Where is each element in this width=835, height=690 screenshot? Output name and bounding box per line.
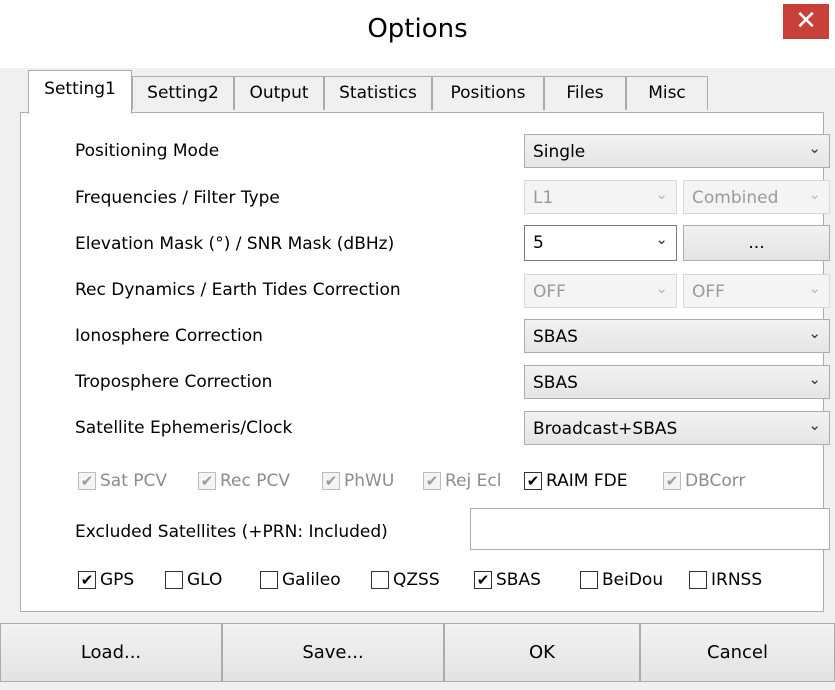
checkbox-empty-icon: [260, 571, 278, 589]
title-bar: Options ✕: [0, 0, 835, 68]
chevron-down-icon: ⌄: [655, 230, 668, 248]
galileo-label: Galileo: [282, 570, 341, 590]
cancel-button[interactable]: Cancel: [640, 623, 835, 682]
rec-dynamics-value: OFF: [533, 282, 566, 302]
filter-type-value: Combined: [692, 188, 779, 208]
tab-setting1[interactable]: Setting1: [28, 70, 132, 114]
glo-checkbox[interactable]: GLO: [165, 570, 222, 590]
sbas-label: SBAS: [496, 570, 541, 590]
qzss-checkbox[interactable]: QZSS: [371, 570, 440, 590]
troposphere-label: Troposphere Correction: [75, 372, 273, 392]
chevron-down-icon: ⌄: [808, 416, 821, 434]
earth-tides-select[interactable]: OFF ⌄: [683, 274, 830, 308]
excluded-satellites-label: Excluded Satellites (+PRN: Included): [75, 522, 388, 542]
tab-positions[interactable]: Positions: [432, 76, 544, 110]
chevron-down-icon: ⌄: [808, 370, 821, 388]
tab-setting2[interactable]: Setting2: [132, 76, 234, 110]
tab-files[interactable]: Files: [544, 76, 626, 110]
ephemeris-value: Broadcast+SBAS: [533, 419, 678, 439]
close-button[interactable]: ✕: [783, 4, 829, 39]
rec-pcv-label: Rec PCV: [220, 471, 291, 491]
elevation-mask-label: Elevation Mask (°) / SNR Mask (dBHz): [75, 234, 395, 254]
ionosphere-select[interactable]: SBAS ⌄: [524, 319, 830, 353]
positioning-mode-value: Single: [533, 142, 586, 162]
beidou-checkbox[interactable]: BeiDou: [580, 570, 663, 590]
chevron-down-icon: ⌄: [808, 324, 821, 342]
close-icon: ✕: [795, 6, 817, 36]
checkmark-icon: ✔: [198, 472, 216, 490]
tab-output[interactable]: Output: [234, 76, 324, 110]
chevron-down-icon: ⌄: [808, 139, 821, 157]
checkmark-icon: ✔: [322, 472, 340, 490]
checkmark-icon: ✔: [78, 571, 96, 589]
checkbox-empty-icon: [165, 571, 183, 589]
troposphere-value: SBAS: [533, 373, 578, 393]
frequencies-value: L1: [533, 188, 554, 208]
rec-dynamics-label: Rec Dynamics / Earth Tides Correction: [75, 280, 401, 300]
rec-dynamics-select[interactable]: OFF ⌄: [524, 274, 677, 308]
positioning-mode-label: Positioning Mode: [75, 141, 220, 161]
checkbox-empty-icon: [689, 571, 707, 589]
raim-fde-checkbox[interactable]: ✔ RAIM FDE: [524, 471, 627, 491]
galileo-checkbox[interactable]: Galileo: [260, 570, 341, 590]
checkbox-empty-icon: [580, 571, 598, 589]
irnss-checkbox[interactable]: IRNSS: [689, 570, 762, 590]
rec-pcv-checkbox[interactable]: ✔ Rec PCV: [198, 471, 290, 491]
qzss-label: QZSS: [393, 570, 440, 590]
tab-misc[interactable]: Misc: [626, 76, 708, 110]
earth-tides-value: OFF: [692, 282, 725, 302]
ephemeris-select[interactable]: Broadcast+SBAS ⌄: [524, 411, 830, 445]
checkbox-empty-icon: [371, 571, 389, 589]
beidou-label: BeiDou: [602, 570, 664, 590]
dbcorr-checkbox[interactable]: ✔ DBCorr: [663, 471, 745, 491]
ionosphere-label: Ionosphere Correction: [75, 326, 263, 346]
ok-button[interactable]: OK: [444, 623, 640, 682]
window-title: Options: [367, 14, 468, 44]
troposphere-select[interactable]: SBAS ⌄: [524, 365, 830, 399]
rej-ecl-label: Rej Ecl: [445, 471, 502, 491]
ionosphere-value: SBAS: [533, 327, 578, 347]
phwu-label: PhWU: [344, 471, 395, 491]
sbas-checkbox[interactable]: ✔ SBAS: [474, 570, 541, 590]
checkmark-icon: ✔: [474, 571, 492, 589]
frequencies-select[interactable]: L1 ⌄: [524, 180, 677, 214]
checkmark-icon: ✔: [524, 472, 542, 490]
positioning-mode-select[interactable]: Single ⌄: [524, 134, 830, 168]
ephemeris-label: Satellite Ephemeris/Clock: [75, 418, 293, 438]
filter-type-select[interactable]: Combined ⌄: [683, 180, 830, 214]
tab-statistics[interactable]: Statistics: [324, 76, 432, 110]
excluded-satellites-input[interactable]: [470, 508, 830, 550]
checkmark-icon: ✔: [78, 472, 96, 490]
chevron-down-icon: ⌄: [808, 185, 821, 203]
checkmark-icon: ✔: [423, 472, 441, 490]
gps-label: GPS: [100, 570, 135, 590]
irnss-label: IRNSS: [711, 570, 763, 590]
rej-ecl-checkbox[interactable]: ✔ Rej Ecl: [423, 471, 501, 491]
frequencies-label: Frequencies / Filter Type: [75, 188, 280, 208]
chevron-down-icon: ⌄: [808, 279, 821, 297]
gps-checkbox[interactable]: ✔ GPS: [78, 570, 134, 590]
save-button[interactable]: Save...: [222, 623, 444, 682]
dbcorr-label: DBCorr: [685, 471, 746, 491]
sat-pcv-label: Sat PCV: [100, 471, 168, 491]
glo-label: GLO: [187, 570, 223, 590]
checkmark-icon: ✔: [663, 472, 681, 490]
snr-mask-button[interactable]: ...: [683, 225, 830, 261]
load-button[interactable]: Load...: [0, 623, 222, 682]
elevation-mask-value: 5: [533, 233, 544, 253]
sat-pcv-checkbox[interactable]: ✔ Sat PCV: [78, 471, 167, 491]
elevation-mask-select[interactable]: 5 ⌄: [524, 225, 677, 261]
chevron-down-icon: ⌄: [655, 185, 668, 203]
raim-fde-label: RAIM FDE: [546, 471, 628, 491]
chevron-down-icon: ⌄: [655, 279, 668, 297]
phwu-checkbox[interactable]: ✔ PhWU: [322, 471, 394, 491]
